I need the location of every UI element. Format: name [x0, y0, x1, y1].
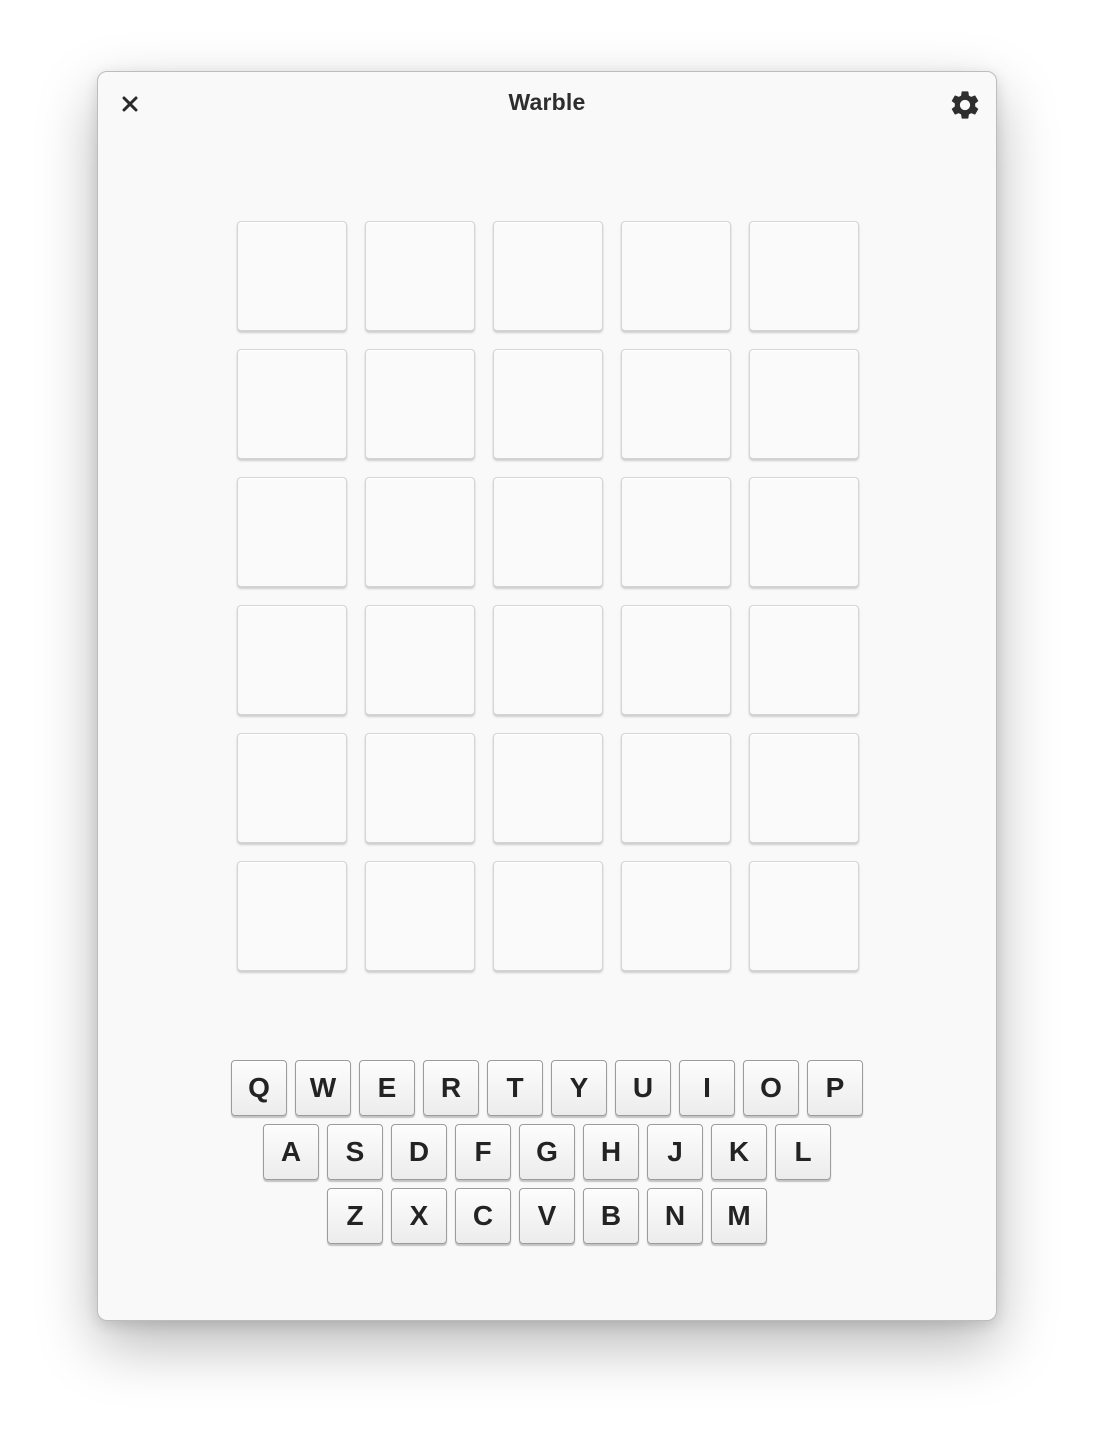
letter-tile [493, 349, 603, 459]
letter-tile [365, 221, 475, 331]
key-b[interactable]: B [583, 1188, 639, 1244]
letter-tile [749, 221, 859, 331]
title-bar: Warble [98, 72, 996, 138]
game-window: Warble QWERTYUIOP ASDFGHJKL ZXCVBNM [97, 71, 997, 1321]
key-l[interactable]: L [775, 1124, 831, 1180]
letter-tile [749, 349, 859, 459]
letter-tile [237, 349, 347, 459]
letter-tile [365, 349, 475, 459]
gear-icon [951, 91, 979, 119]
letter-tile [493, 605, 603, 715]
letter-tile [493, 477, 603, 587]
key-q[interactable]: Q [231, 1060, 287, 1116]
letter-tile [237, 221, 347, 331]
letter-tile [237, 861, 347, 971]
letter-tile [237, 605, 347, 715]
key-m[interactable]: M [711, 1188, 767, 1244]
letter-tile [493, 733, 603, 843]
letter-tile [237, 477, 347, 587]
key-e[interactable]: E [359, 1060, 415, 1116]
key-j[interactable]: J [647, 1124, 703, 1180]
key-v[interactable]: V [519, 1188, 575, 1244]
key-o[interactable]: O [743, 1060, 799, 1116]
key-g[interactable]: G [519, 1124, 575, 1180]
window-title: Warble [508, 89, 586, 115]
key-h[interactable]: H [583, 1124, 639, 1180]
letter-tile [493, 221, 603, 331]
letter-tile [365, 477, 475, 587]
letter-tile [621, 349, 731, 459]
key-n[interactable]: N [647, 1188, 703, 1244]
letter-tile [749, 605, 859, 715]
letter-tile [493, 861, 603, 971]
key-r[interactable]: R [423, 1060, 479, 1116]
keyboard-row: ZXCVBNM [98, 1188, 996, 1244]
letter-tile [749, 733, 859, 843]
key-f[interactable]: F [455, 1124, 511, 1180]
letter-tile [749, 477, 859, 587]
letter-tile [621, 221, 731, 331]
letter-tile [621, 733, 731, 843]
letter-tile [621, 861, 731, 971]
settings-button[interactable] [946, 86, 984, 124]
key-x[interactable]: X [391, 1188, 447, 1244]
letter-grid [237, 221, 859, 971]
key-t[interactable]: T [487, 1060, 543, 1116]
letter-tile [621, 477, 731, 587]
letter-tile [365, 605, 475, 715]
letter-tile [365, 733, 475, 843]
letter-tile [621, 605, 731, 715]
key-y[interactable]: Y [551, 1060, 607, 1116]
letter-tile [237, 733, 347, 843]
on-screen-keyboard: QWERTYUIOP ASDFGHJKL ZXCVBNM [98, 1060, 996, 1252]
key-a[interactable]: A [263, 1124, 319, 1180]
key-c[interactable]: C [455, 1188, 511, 1244]
key-k[interactable]: K [711, 1124, 767, 1180]
key-i[interactable]: I [679, 1060, 735, 1116]
key-p[interactable]: P [807, 1060, 863, 1116]
key-z[interactable]: Z [327, 1188, 383, 1244]
letter-tile [365, 861, 475, 971]
letter-tile [749, 861, 859, 971]
keyboard-row: ASDFGHJKL [98, 1124, 996, 1180]
key-s[interactable]: S [327, 1124, 383, 1180]
key-w[interactable]: W [295, 1060, 351, 1116]
key-d[interactable]: D [391, 1124, 447, 1180]
key-u[interactable]: U [615, 1060, 671, 1116]
keyboard-row: QWERTYUIOP [98, 1060, 996, 1116]
